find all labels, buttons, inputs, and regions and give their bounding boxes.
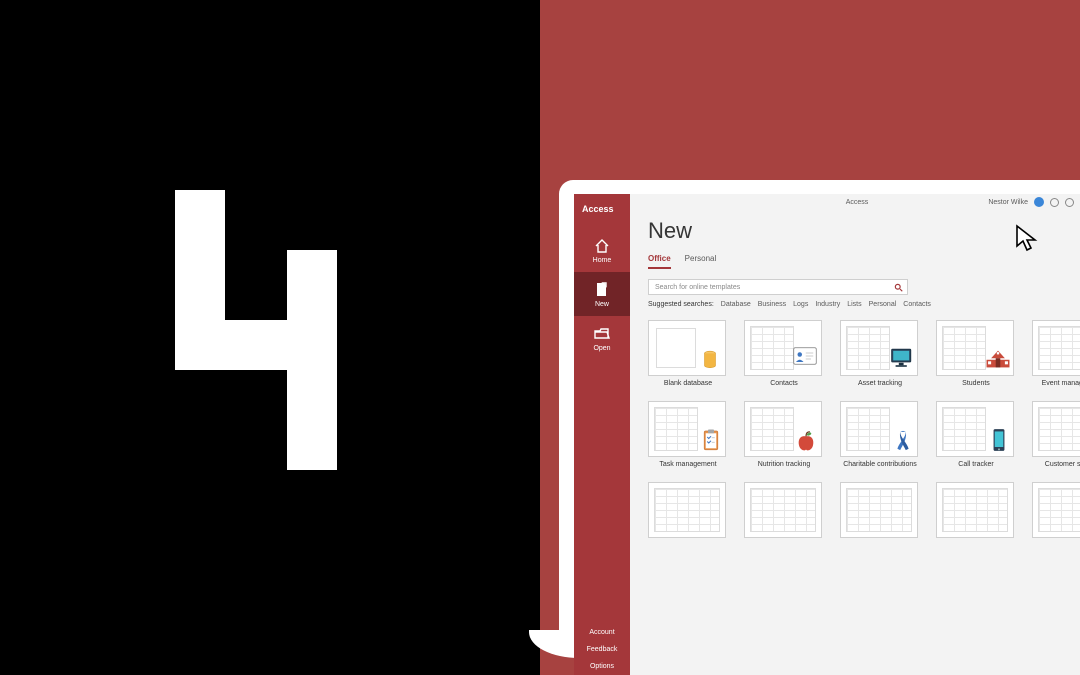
clipboard-check-icon (702, 428, 720, 452)
template-placeholder[interactable] (648, 482, 728, 538)
template-customer-service[interactable]: Customer service (1032, 401, 1080, 468)
backstage-main: Access Nestor Wilke New Office Personal (630, 194, 1080, 675)
template-blank-database[interactable]: Blank database (648, 320, 728, 387)
template-event-management[interactable]: Event management (1032, 320, 1080, 387)
ribbon-icon (896, 430, 910, 452)
decor-number-four (175, 190, 375, 470)
suggested-item[interactable]: Business (758, 301, 786, 308)
folder-open-icon (594, 326, 610, 342)
template-label: Asset tracking (840, 380, 920, 387)
suggested-label: Suggested searches: (648, 301, 714, 308)
nav-new[interactable]: New (574, 272, 630, 316)
stage: Access Home New Open (0, 0, 1080, 675)
blank-db-icon (699, 347, 721, 373)
nav-account[interactable]: Account (589, 629, 614, 636)
contact-card-icon (793, 347, 817, 365)
nav-open[interactable]: Open (574, 316, 630, 360)
nav-feedback[interactable]: Feedback (587, 646, 618, 653)
backstage-nav: Access Home New Open (574, 194, 630, 675)
template-placeholder[interactable] (840, 482, 920, 538)
page-title: New (648, 218, 1072, 244)
help-icon[interactable] (1065, 198, 1074, 207)
nav-footer: Account Feedback Options (574, 623, 630, 675)
template-label: Charitable contributions (840, 461, 920, 468)
phone-icon (992, 428, 1006, 452)
laptop-frame: Access Home New Open (559, 180, 1080, 675)
template-placeholder[interactable] (936, 482, 1016, 538)
suggested-item[interactable]: Contacts (903, 301, 931, 308)
template-grid: Blank database (648, 320, 1072, 538)
nav-home[interactable]: Home (574, 228, 630, 272)
suggested-item[interactable]: Industry (815, 301, 840, 308)
new-document-icon (594, 282, 610, 298)
template-search-placeholder: Search for online templates (649, 284, 889, 291)
app-name: Access (574, 194, 630, 228)
suggested-item[interactable]: Personal (869, 301, 897, 308)
template-label: Nutrition tracking (744, 461, 824, 468)
template-search-input[interactable]: Search for online templates (648, 279, 908, 295)
access-backstage: Access Home New Open (574, 194, 1080, 675)
template-label: Blank database (648, 380, 728, 387)
nav-open-label: Open (593, 345, 610, 352)
suggested-searches: Suggested searches: Database Business Lo… (648, 301, 1072, 308)
nav-home-label: Home (593, 257, 612, 264)
template-label: Call tracker (936, 461, 1016, 468)
user-avatar[interactable] (1034, 197, 1044, 207)
home-icon (594, 238, 610, 254)
monitor-icon (890, 347, 914, 369)
window-title: Access (846, 199, 869, 206)
template-label: Contacts (744, 380, 824, 387)
template-placeholder[interactable] (1032, 482, 1080, 538)
face-icon[interactable] (1050, 198, 1059, 207)
template-students[interactable]: Students (936, 320, 1016, 387)
template-source-tabs: Office Personal (648, 254, 1072, 269)
template-call-tracker[interactable]: Call tracker (936, 401, 1016, 468)
template-asset-tracking[interactable]: Asset tracking (840, 320, 920, 387)
user-name[interactable]: Nestor Wilke (988, 199, 1028, 206)
suggested-item[interactable]: Logs (793, 301, 808, 308)
template-task-management[interactable]: Task management (648, 401, 728, 468)
window-title-bar: Access Nestor Wilke (630, 194, 1080, 210)
suggested-item[interactable]: Database (721, 301, 751, 308)
template-charitable-contributions[interactable]: Charitable contributions (840, 401, 920, 468)
template-label: Customer service (1032, 461, 1080, 468)
tab-office[interactable]: Office (648, 254, 671, 269)
suggested-item[interactable]: Lists (847, 301, 861, 308)
template-contacts[interactable]: Contacts (744, 320, 824, 387)
template-label: Students (936, 380, 1016, 387)
laptop-screen: Access Home New Open (574, 194, 1080, 675)
template-nutrition-tracking[interactable]: Nutrition tracking (744, 401, 824, 468)
nav-new-label: New (595, 301, 609, 308)
apple-icon (796, 430, 816, 452)
template-placeholder[interactable] (744, 482, 824, 538)
search-icon[interactable] (889, 280, 907, 294)
template-label: Task management (648, 461, 728, 468)
template-label: Event management (1032, 380, 1080, 387)
tab-personal[interactable]: Personal (685, 254, 717, 269)
nav-options[interactable]: Options (590, 663, 614, 670)
school-icon (985, 349, 1011, 369)
